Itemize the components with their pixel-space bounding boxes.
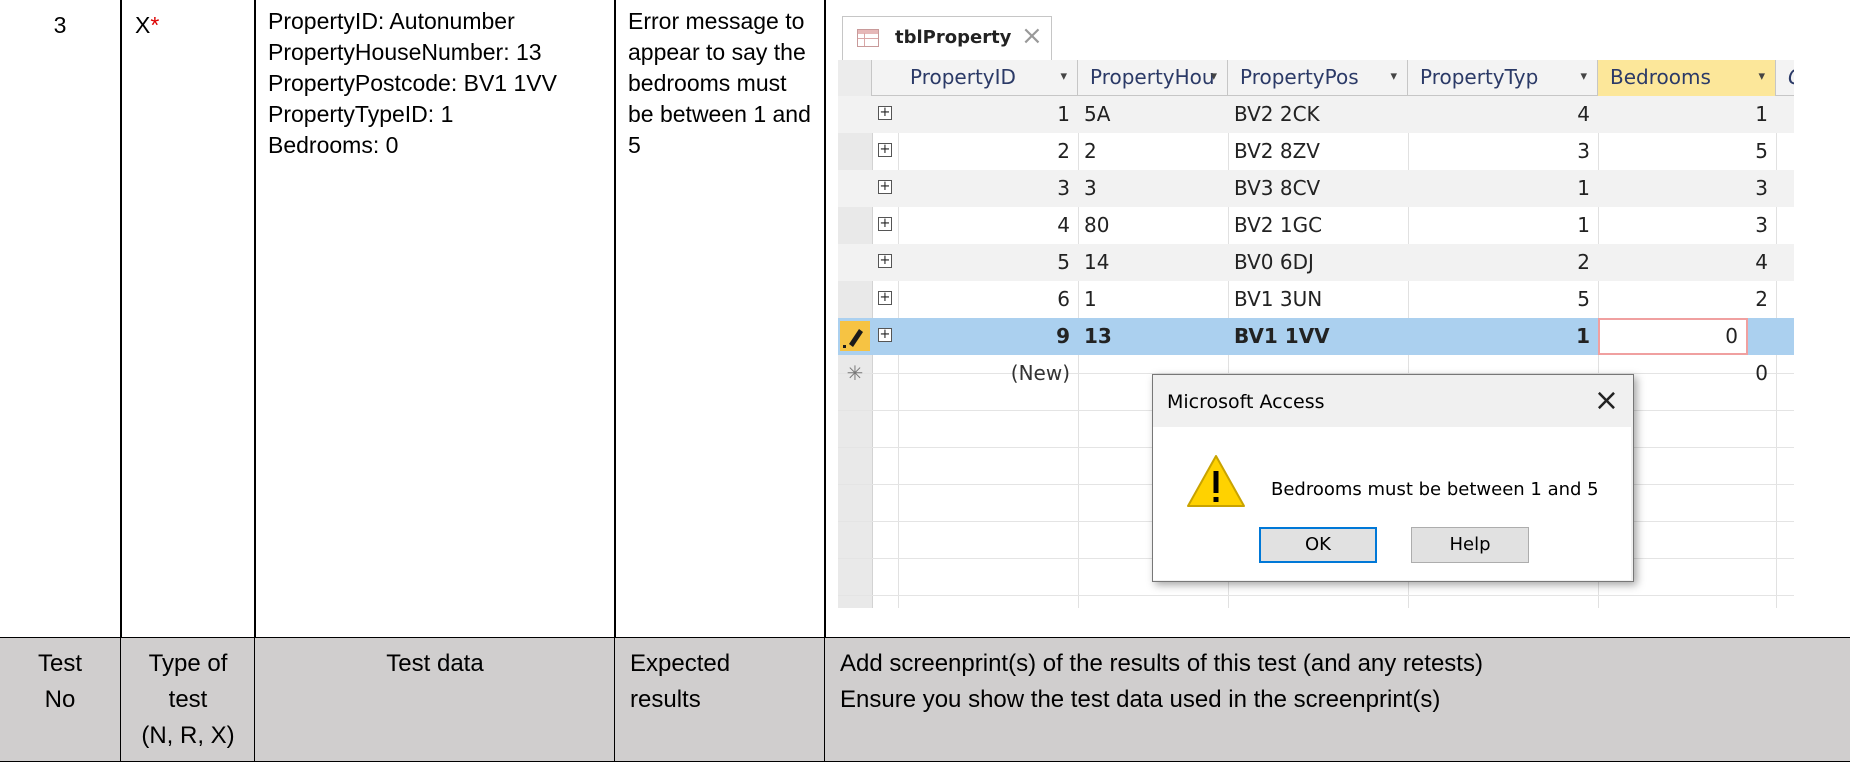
column-header-propertyhousenumber[interactable]: PropertyHou ▾ <box>1078 60 1228 96</box>
table-row[interactable]: + 5 14 BV0 6DJ 2 4 <box>838 244 1794 281</box>
error-dialog: Microsoft Access × Bedrooms must be betw… <box>1152 374 1634 582</box>
new-record-icon: ✳ <box>846 361 864 385</box>
expand-icon[interactable]: + <box>878 254 892 268</box>
ok-button[interactable]: OK <box>1259 527 1377 563</box>
test-type-cell: X* <box>120 0 256 638</box>
table-row[interactable]: + 6 1 BV1 3UN 5 2 <box>838 281 1794 318</box>
chevron-down-icon[interactable]: ▾ <box>1390 60 1397 94</box>
tab-label: tblProperty <box>895 27 1012 48</box>
record-selector[interactable] <box>838 133 872 170</box>
table-row[interactable]: + 2 2 BV2 8ZV 3 5 <box>838 133 1794 170</box>
table-row[interactable]: + 4 80 BV2 1GC 1 3 <box>838 207 1794 244</box>
pencil-icon <box>840 321 870 351</box>
dialog-message: Bedrooms must be between 1 and 5 <box>1271 479 1599 500</box>
select-all-corner[interactable] <box>838 60 872 96</box>
column-header-propertytypeid[interactable]: PropertyTyp ▾ <box>1408 60 1598 96</box>
expand-icon[interactable]: + <box>878 217 892 231</box>
table-row[interactable]: + 3 3 BV3 8CV 1 3 <box>838 170 1794 207</box>
table-row-editing[interactable]: + 9 13 BV1 1VV 1 0 <box>838 318 1794 355</box>
close-icon[interactable]: × <box>1594 383 1619 419</box>
header-test-no: Test No <box>0 637 122 762</box>
test-data-text: PropertyID: Autonumber PropertyHouseNumb… <box>268 8 557 158</box>
expand-icon[interactable]: + <box>878 291 892 305</box>
header-type-of-test: Type of test (N, R, X) <box>120 637 256 762</box>
header-test-data: Test data <box>254 637 616 762</box>
dialog-body: Bedrooms must be between 1 and 5 <box>1153 427 1631 580</box>
header-expected-results: Expected results <box>614 637 826 762</box>
help-button[interactable]: Help <box>1411 527 1529 563</box>
required-marker: * <box>150 12 160 38</box>
table-icon <box>857 29 879 47</box>
dialog-title: Microsoft Access <box>1167 391 1325 413</box>
column-header-propertyid[interactable]: PropertyID ▾ <box>898 60 1078 96</box>
test-type: X <box>135 12 151 38</box>
expand-icon[interactable]: + <box>878 180 892 194</box>
record-selector[interactable] <box>838 281 872 318</box>
column-header-propertypostcode[interactable]: PropertyPos ▾ <box>1228 60 1408 96</box>
column-header-bedrooms[interactable]: Bedrooms ▾ <box>1598 60 1776 96</box>
test-data-cell: PropertyID: Autonumber PropertyHouseNumb… <box>254 0 616 638</box>
column-header-partial[interactable]: Cl <box>1776 60 1794 96</box>
record-selector[interactable] <box>838 170 872 207</box>
record-selector[interactable] <box>838 318 872 355</box>
close-icon[interactable]: × <box>1021 23 1043 49</box>
chevron-down-icon[interactable]: ▾ <box>1210 60 1217 94</box>
table-row[interactable]: + 1 5A BV2 2CK 4 1 <box>838 96 1794 133</box>
expand-icon[interactable]: + <box>878 328 892 342</box>
chevron-down-icon[interactable]: ▾ <box>1060 60 1067 94</box>
test-number-cell: 3 <box>0 0 122 638</box>
warning-icon <box>1187 455 1245 507</box>
record-selector[interactable] <box>838 244 872 281</box>
expected-results-cell: Error message to appear to say the bedro… <box>614 0 826 638</box>
tab-tblproperty[interactable]: tblProperty × <box>842 16 1052 60</box>
chevron-down-icon[interactable]: ▾ <box>1580 60 1587 94</box>
expected-results-text: Error message to appear to say the bedro… <box>628 8 811 158</box>
header-screenprint-instructions: Add screenprint(s) of the results of thi… <box>824 637 1850 762</box>
bedrooms-edit-field[interactable]: 0 <box>1598 318 1748 355</box>
record-selector[interactable] <box>838 96 872 133</box>
expand-icon[interactable]: + <box>878 143 892 157</box>
test-number: 3 <box>53 12 67 38</box>
record-selector[interactable] <box>838 207 872 244</box>
chevron-down-icon[interactable]: ▾ <box>1758 60 1765 94</box>
expand-icon[interactable]: + <box>878 106 892 120</box>
object-tab-bar: tblProperty × <box>838 8 1794 61</box>
column-header-row: PropertyID ▾ PropertyHou ▾ PropertyPos ▾ Pr… <box>838 60 1794 96</box>
